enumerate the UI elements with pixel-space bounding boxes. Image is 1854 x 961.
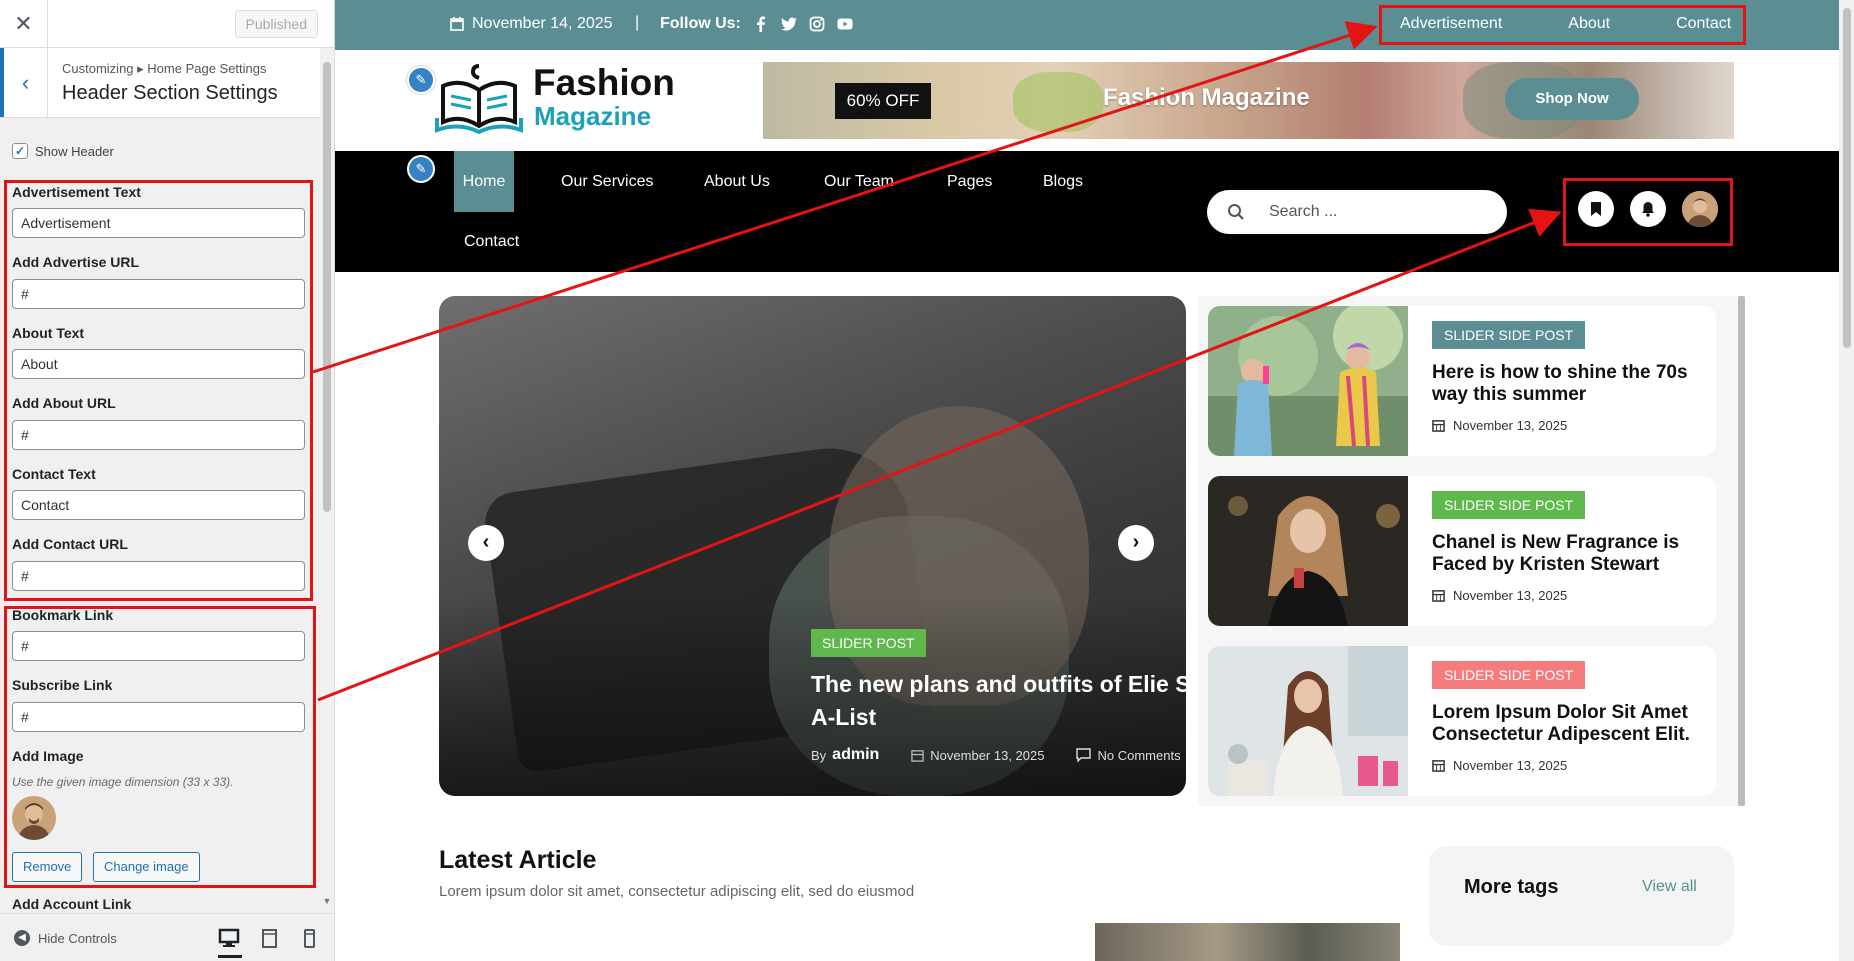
latest-article-heading: Latest Article [439,846,597,874]
nav-item-contact[interactable]: Contact [464,233,519,251]
more-tags-heading: More tags [1464,876,1559,898]
side-post-title[interactable]: Here is how to shine the 70s way this su… [1432,362,1712,406]
side-post-title[interactable]: Chanel is New Fragrance is Faced by Kris… [1432,532,1712,576]
banner-discount-badge: 60% OFF [835,83,931,119]
close-icon[interactable]: ✕ [0,0,48,47]
search-icon [1228,204,1244,220]
side-post-card[interactable]: SLIDER SIDE POST Chanel is New Fragrance… [1208,476,1716,626]
calendar-icon [1432,760,1445,772]
slider-prev-button[interactable]: ‹ [468,525,504,561]
tablet-preview-icon[interactable] [258,928,282,950]
side-post-badge[interactable]: SLIDER SIDE POST [1432,321,1586,349]
hide-controls-button[interactable]: ◀ Hide Controls [14,930,117,946]
calendar-icon [911,749,925,762]
section-header: ‹ Customizing ▸ Home Page Settings Heade… [0,48,320,118]
nav-item-home[interactable]: Home [454,151,514,212]
show-header-checkbox[interactable]: ✓ Show Header [12,143,114,159]
book-logo-icon[interactable] [435,62,523,134]
annotation-box [1563,178,1733,246]
logo-subtitle[interactable]: Magazine [534,101,651,132]
side-post-date-text: November 13, 2025 [1453,418,1568,433]
slider-post-date: November 13, 2025 [930,747,1045,763]
nav-item-our-team[interactable]: Our Team [824,173,894,191]
scroll-down-arrow-icon[interactable]: ▼ [320,896,334,910]
breadcrumb: Customizing ▸ Home Page Settings [62,61,267,76]
back-arrow-icon[interactable]: ‹ [0,48,48,117]
follow-us: Follow Us: [660,15,853,33]
side-post-card[interactable]: SLIDER SIDE POST Lorem Ipsum Dolor Sit A… [1208,646,1716,796]
slider-post-badge[interactable]: SLIDER POST [811,629,926,657]
topbar-date: November 14, 2025 [450,15,613,33]
calendar-icon [1432,590,1445,602]
side-post-title[interactable]: Lorem Ipsum Dolor Sit Amet Consectetur A… [1432,702,1712,746]
search-placeholder: Search ... [1269,203,1338,220]
edit-pencil-icon[interactable]: ✎ [407,155,435,183]
side-post-badge[interactable]: SLIDER SIDE POST [1432,491,1586,519]
instagram-icon[interactable] [809,16,825,32]
nav-item-about-us[interactable]: About Us [704,173,770,191]
calendar-icon [1432,420,1445,432]
calendar-icon [450,17,464,31]
view-all-link[interactable]: View all [1642,878,1697,896]
comment-icon [1076,748,1092,762]
slider-post-comments[interactable]: No Comments [1097,748,1180,763]
published-button[interactable]: Published [234,10,318,38]
twitter-icon[interactable] [780,16,797,32]
annotation-box [4,606,316,888]
nav-item-our-services[interactable]: Our Services [561,173,653,191]
search-input[interactable]: Search ... [1207,190,1507,234]
follow-us-label: Follow Us: [660,15,741,32]
author-link[interactable]: admin [832,746,879,764]
annotation-box [4,180,313,601]
side-post-badge[interactable]: SLIDER SIDE POST [1432,661,1586,689]
topbar-date-text: November 14, 2025 [472,15,613,32]
checkmark-icon[interactable]: ✓ [12,143,28,159]
side-post-image [1208,646,1408,796]
annotation-box [1379,5,1746,45]
youtube-icon[interactable] [837,16,853,32]
side-post-image [1208,306,1408,456]
customizer-footer: ◀ Hide Controls [0,913,334,961]
side-post-date-text: November 13, 2025 [1453,758,1568,773]
nav-item-pages[interactable]: Pages [947,173,992,191]
shop-now-button[interactable]: Shop Now [1505,78,1639,120]
latest-article-subtitle: Lorem ipsum dolor sit amet, consectetur … [439,883,915,900]
nav-item-blogs[interactable]: Blogs [1043,173,1083,191]
logo-title[interactable]: Fashion [533,62,675,104]
page-scrollbar-thumb[interactable] [1843,8,1851,348]
slider-next-button[interactable]: › [1118,525,1154,561]
customizer-header: ✕ Published [0,0,334,48]
side-post-card[interactable]: SLIDER SIDE POST Here is how to shine th… [1208,306,1716,456]
account-link-label: Add Account Link [12,896,132,912]
show-header-label: Show Header [35,143,114,159]
ad-banner[interactable]: 60% OFF Fashion Magazine Shop Now [763,62,1734,139]
facebook-icon[interactable] [753,16,769,32]
desktop-preview-icon[interactable] [218,928,242,958]
by-label: By [811,747,827,763]
banner-decoration [1013,72,1103,132]
panel-scrollbar-thumb[interactable] [323,62,331,512]
section-title: Header Section Settings [62,82,278,104]
side-posts-scrollbar[interactable] [1738,296,1745,806]
collapse-icon: ◀ [14,930,30,946]
topbar-separator: | [635,14,640,31]
site-preview: November 14, 2025 | Follow Us: Advertise… [335,0,1839,961]
side-post-date: November 13, 2025 [1432,758,1567,773]
banner-title: Fashion Magazine [1103,84,1310,111]
side-post-date: November 13, 2025 [1432,588,1567,603]
side-post-date-text: November 13, 2025 [1453,588,1568,603]
slider-post-meta: By admin November 13, 2025 No Comments [811,746,1181,764]
side-post-date: November 13, 2025 [1432,418,1567,433]
latest-article-image[interactable] [1095,923,1400,961]
mobile-preview-icon[interactable] [298,928,322,950]
edit-pencil-icon[interactable]: ✎ [407,66,435,94]
side-post-image [1208,476,1408,626]
hide-controls-label: Hide Controls [38,930,117,946]
